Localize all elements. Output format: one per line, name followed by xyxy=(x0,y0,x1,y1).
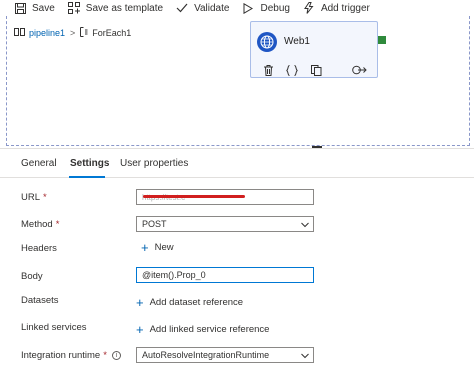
linked-services-label: Linked services xyxy=(21,322,87,333)
add-linked-service-reference-button[interactable]: + Add linked service reference xyxy=(136,321,270,337)
info-icon[interactable]: i xyxy=(111,351,121,360)
tab-settings[interactable]: Settings xyxy=(70,158,109,169)
activity-output-handle[interactable] xyxy=(378,36,386,44)
code-icon[interactable] xyxy=(285,63,299,77)
add-trigger-button[interactable]: Add trigger xyxy=(303,0,370,16)
navigate-icon[interactable] xyxy=(351,63,367,77)
copy-icon[interactable] xyxy=(309,63,323,77)
tab-general[interactable]: General xyxy=(21,158,57,169)
play-icon xyxy=(242,2,254,14)
foreach-icon xyxy=(80,27,88,39)
breadcrumb: pipeline1 > ForEach1 xyxy=(14,27,131,39)
template-icon xyxy=(67,2,80,14)
validate-label: Validate xyxy=(194,2,230,14)
globe-icon xyxy=(257,32,277,52)
plus-icon: + xyxy=(141,239,149,255)
method-label: Method * xyxy=(21,219,60,230)
body-label: Body xyxy=(21,271,43,282)
breadcrumb-pipeline-link[interactable]: pipeline1 xyxy=(29,28,65,38)
new-header-button[interactable]: + New xyxy=(141,239,174,255)
debug-label: Debug xyxy=(260,2,290,14)
checkmark-icon xyxy=(176,2,188,14)
method-select[interactable]: POST xyxy=(136,216,314,232)
plus-icon: + xyxy=(136,294,144,310)
body-input[interactable]: @item().Prop_0 xyxy=(136,267,314,283)
integration-runtime-label: Integration runtime * i xyxy=(21,350,121,361)
body-value: @item().Prop_0 xyxy=(142,270,206,280)
active-tab-indicator xyxy=(69,176,105,178)
activity-name: Web1 xyxy=(284,36,310,47)
validate-button[interactable]: Validate xyxy=(176,0,229,16)
breadcrumb-separator: > xyxy=(70,28,76,38)
chevron-down-icon xyxy=(301,220,309,230)
pipeline-icon xyxy=(14,28,25,38)
add-dataset-reference-button[interactable]: + Add dataset reference xyxy=(136,294,244,310)
add-linked-service-reference-label: Add linked service reference xyxy=(149,324,270,335)
trigger-icon xyxy=(303,2,315,14)
method-value: POST xyxy=(142,219,167,229)
required-marker: * xyxy=(43,192,47,203)
properties-tabs: General Settings User properties xyxy=(0,148,474,178)
save-button[interactable]: Save xyxy=(14,0,55,16)
url-label: URL * xyxy=(21,192,47,203)
datasets-label: Datasets xyxy=(21,295,59,306)
delete-icon[interactable] xyxy=(261,63,275,77)
redaction-mark xyxy=(143,195,245,198)
save-icon xyxy=(14,2,26,14)
integration-runtime-value: AutoResolveIntegrationRuntime xyxy=(142,350,270,360)
required-marker: * xyxy=(55,219,60,230)
add-trigger-label: Add trigger xyxy=(320,2,370,14)
debug-button[interactable]: Debug xyxy=(242,0,290,16)
plus-icon: + xyxy=(136,321,144,337)
new-header-label: New xyxy=(154,242,174,253)
tab-user-properties[interactable]: User properties xyxy=(120,158,188,169)
web-activity-node[interactable]: Web1 xyxy=(250,21,378,78)
headers-label: Headers xyxy=(21,243,57,254)
chevron-down-icon xyxy=(301,351,309,361)
url-input[interactable]: https://test.c xyxy=(136,189,314,205)
breadcrumb-foreach: ForEach1 xyxy=(92,28,132,38)
save-as-template-label: Save as template xyxy=(85,2,164,14)
add-dataset-reference-label: Add dataset reference xyxy=(149,297,244,308)
required-marker: * xyxy=(103,350,107,361)
integration-runtime-select[interactable]: AutoResolveIntegrationRuntime xyxy=(136,347,314,363)
save-label: Save xyxy=(32,2,55,14)
toolbar: Save Save as template Validate Debug Add… xyxy=(0,0,474,16)
save-as-template-button[interactable]: Save as template xyxy=(67,0,164,16)
activity-actions xyxy=(261,63,333,77)
